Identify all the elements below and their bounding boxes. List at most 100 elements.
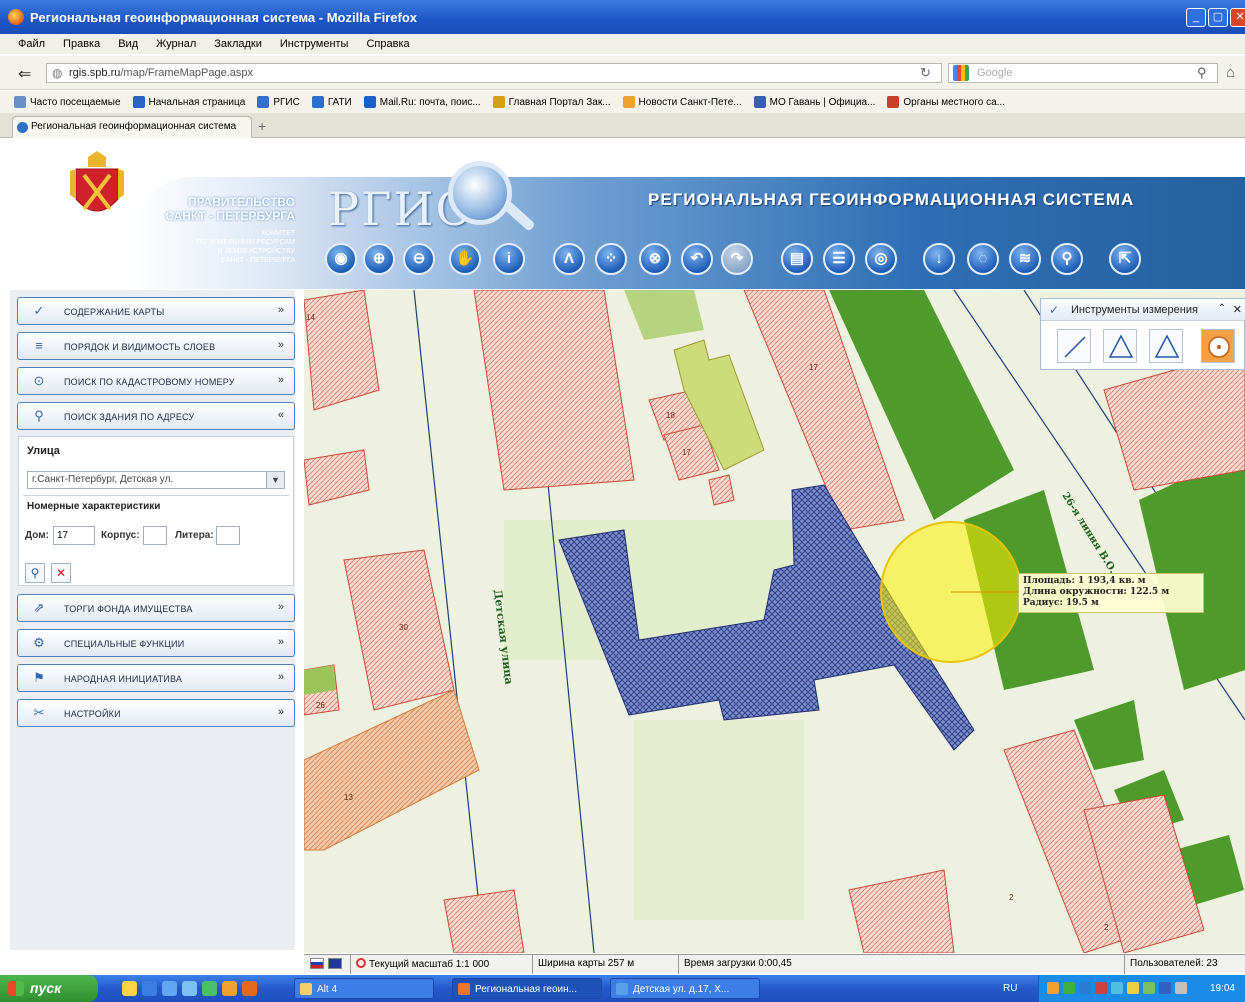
search-address-button[interactable]: ⚲ xyxy=(25,563,45,583)
menu-history[interactable]: Журнал xyxy=(156,38,196,50)
measure-line-tool[interactable] xyxy=(1057,329,1091,363)
english-flag-icon[interactable] xyxy=(328,958,342,969)
menu-tools[interactable]: Инструменты xyxy=(280,38,349,50)
quicklaunch-icon[interactable] xyxy=(142,981,157,996)
chevron-down-icon[interactable]: » xyxy=(278,671,284,683)
map-drawing[interactable]: Детская улица 26-я линия В.О. 18 17 17 2… xyxy=(304,290,1245,953)
pan-hand-icon[interactable]: ✋ xyxy=(449,243,481,275)
section-special-functions[interactable]: ⚙ Специальные функции » xyxy=(17,629,295,657)
search-icon[interactable]: ⚲ xyxy=(1197,65,1207,81)
chevron-down-icon[interactable]: » xyxy=(278,304,284,316)
menu-view[interactable]: Вид xyxy=(118,38,138,50)
globe-icon[interactable]: ◉ xyxy=(325,243,357,275)
bookmark-item[interactable]: Органы местного са... xyxy=(887,96,1005,108)
tray-icon[interactable] xyxy=(1143,982,1155,994)
clear-address-button[interactable]: ✕ xyxy=(51,563,71,583)
start-button[interactable]: пуск xyxy=(0,975,98,1002)
collapse-icon[interactable]: ⌃ xyxy=(1218,303,1226,314)
comment-icon[interactable]: ◌ xyxy=(967,243,999,275)
quicklaunch-icon[interactable] xyxy=(122,981,137,996)
chevron-down-icon[interactable]: » xyxy=(278,636,284,648)
list-icon[interactable]: ☰ xyxy=(823,243,855,275)
tray-icon[interactable] xyxy=(1063,982,1075,994)
bookmark-item[interactable]: МО Гавань | Официа... xyxy=(753,96,875,108)
bookmark-item[interactable]: Начальная страница xyxy=(132,96,245,108)
bookmark-item[interactable]: РГИС xyxy=(257,96,300,108)
menu-file[interactable]: Файл xyxy=(18,38,45,50)
measure-polygon-tool[interactable] xyxy=(1149,329,1183,363)
close-window-button[interactable]: ✕ xyxy=(1230,8,1245,27)
select-icon[interactable]: ⁘ xyxy=(595,243,627,275)
tray-icon[interactable] xyxy=(1079,982,1091,994)
rss-icon[interactable]: ≋ xyxy=(1009,243,1041,275)
chevron-up-icon[interactable]: « xyxy=(278,409,284,421)
dropdown-arrow-icon[interactable]: ▼ xyxy=(266,472,284,488)
clear-icon[interactable]: ⊗ xyxy=(639,243,671,275)
tray-icon[interactable] xyxy=(1127,982,1139,994)
section-cadastral-search[interactable]: ⊙ Поиск по кадастровому номеру » xyxy=(17,367,295,395)
section-address-search[interactable]: ⚲ Поиск здания по адресу « xyxy=(17,402,295,430)
taskbar-item-folder[interactable]: Alt 4 xyxy=(294,978,434,999)
url-bar[interactable]: rgis.spb.ru/map/FrameMapPage.aspx xyxy=(46,63,942,83)
menu-bookmarks[interactable]: Закладки xyxy=(214,38,262,50)
chevron-down-icon[interactable]: » xyxy=(278,339,284,351)
quicklaunch-icon[interactable] xyxy=(182,981,197,996)
world-icon[interactable]: ◎ xyxy=(865,243,897,275)
language-indicator[interactable]: RU xyxy=(1003,983,1017,994)
russian-flag-icon[interactable] xyxy=(310,958,324,969)
tray-icon[interactable] xyxy=(1159,982,1171,994)
tray-icon[interactable] xyxy=(1047,982,1059,994)
section-property-auction[interactable]: ⇗ Торги фонда имущества » xyxy=(17,594,295,622)
google-logo-icon[interactable] xyxy=(953,65,969,81)
print-icon[interactable]: ▤ xyxy=(781,243,813,275)
taskbar-item-firefox[interactable]: Региональная геоин... xyxy=(452,978,602,999)
download-icon[interactable]: ↓ xyxy=(923,243,955,275)
compass-icon[interactable]: Λ xyxy=(553,243,585,275)
reload-icon[interactable]: ↻ xyxy=(920,65,931,81)
back-arrow-icon[interactable]: ⇐ xyxy=(18,64,31,84)
bookmark-item[interactable]: Часто посещаемые xyxy=(14,96,121,108)
chevron-down-icon[interactable]: » xyxy=(278,706,284,718)
measure-polyline-tool[interactable] xyxy=(1103,329,1137,363)
section-map-contents[interactable]: ✓ Содержание карты » xyxy=(17,297,295,325)
section-public-initiative[interactable]: ⚑ Народная инициатива » xyxy=(17,664,295,692)
litera-input[interactable] xyxy=(216,526,240,545)
section-layers[interactable]: ≡ Порядок и видимость слоев » xyxy=(17,332,295,360)
quicklaunch-icon[interactable] xyxy=(202,981,217,996)
close-icon[interactable]: ✕ xyxy=(1233,303,1242,316)
info-icon[interactable]: i xyxy=(493,243,525,275)
site-identity-icon[interactable]: ◍ xyxy=(52,66,62,80)
quicklaunch-icon[interactable] xyxy=(242,981,257,996)
taskbar-item-document[interactable]: Детская ул. д.17, Х... xyxy=(610,978,760,999)
tray-icon[interactable] xyxy=(1111,982,1123,994)
menu-help[interactable]: Справка xyxy=(366,38,409,50)
pin-icon[interactable]: ⚲ xyxy=(1051,243,1083,275)
search-input[interactable]: Google xyxy=(948,63,1218,83)
street-select[interactable]: г.Санкт-Петербург, Детская ул. ▼ xyxy=(27,471,285,489)
bookmark-item[interactable]: Главная Портал Зак... xyxy=(492,96,611,108)
chevron-down-icon[interactable]: » xyxy=(278,374,284,386)
tab-rgis[interactable]: Региональная геоинформационная система xyxy=(12,116,252,138)
export-icon[interactable]: ⇱ xyxy=(1109,243,1141,275)
tray-icon[interactable] xyxy=(1095,982,1107,994)
home-icon[interactable]: ⌂ xyxy=(1226,64,1235,81)
house-input[interactable]: 17 xyxy=(53,526,95,545)
chevron-down-icon[interactable]: » xyxy=(278,601,284,613)
bookmark-item[interactable]: Mail.Ru: почта, поис... xyxy=(363,96,481,108)
menu-edit[interactable]: Правка xyxy=(63,38,100,50)
maximize-button[interactable]: ▢ xyxy=(1208,8,1228,27)
undo-icon[interactable]: ↶ xyxy=(681,243,713,275)
section-settings[interactable]: ✂ Настройки » xyxy=(17,699,295,727)
bookmark-item[interactable]: Новости Санкт-Пете... xyxy=(622,96,742,108)
tray-icon[interactable] xyxy=(1175,982,1187,994)
new-tab-button[interactable]: + xyxy=(258,118,266,134)
quicklaunch-icon[interactable] xyxy=(162,981,177,996)
minimize-button[interactable]: _ xyxy=(1186,8,1206,27)
measure-circle-tool[interactable] xyxy=(1201,329,1235,363)
korpus-input[interactable] xyxy=(143,526,167,545)
zoom-out-icon[interactable]: ⊖ xyxy=(403,243,435,275)
map-canvas[interactable]: Детская улица 26-я линия В.О. 18 17 17 2… xyxy=(304,290,1245,953)
bookmark-item[interactable]: ГАТИ xyxy=(311,96,352,108)
quicklaunch-icon[interactable] xyxy=(222,981,237,996)
zoom-in-icon[interactable]: ⊕ xyxy=(363,243,395,275)
